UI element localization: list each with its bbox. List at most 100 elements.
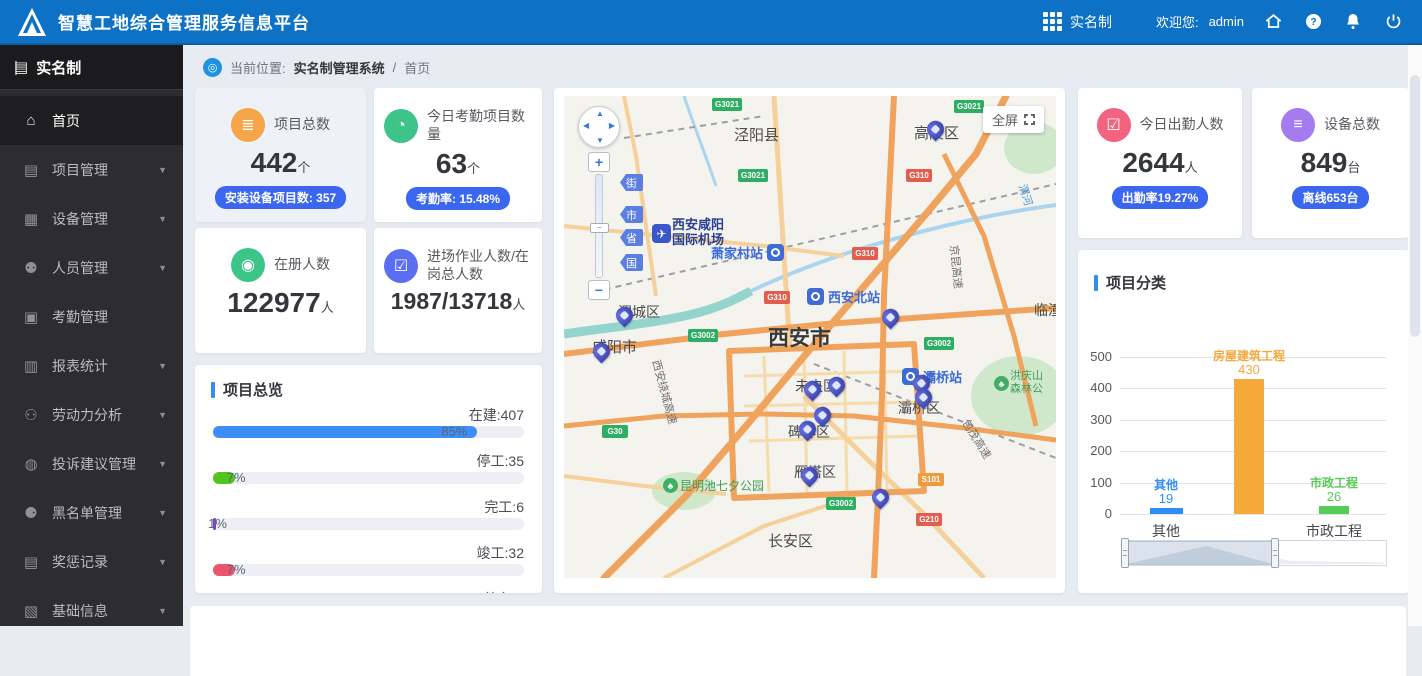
main-content: ◎ 当前位置: 实名制管理系统 / 首页 ≣ 项目总数 442个 安装设备项目数: 3… <box>183 45 1422 676</box>
breadcrumb-separator: / <box>392 59 397 75</box>
page-scrollbar-thumb[interactable] <box>1410 75 1420 337</box>
pan-left-icon[interactable]: ◀ <box>583 121 589 130</box>
chevron-down-icon: ▼ <box>158 360 167 371</box>
pan-up-icon[interactable]: ▲ <box>596 109 604 118</box>
datazoom-tail-silhouette <box>1273 557 1384 564</box>
breadcrumb-location-label: 当前位置: <box>230 60 286 76</box>
y-axis-tick-label: 0 <box>1104 506 1112 521</box>
metro-station: 萧家村站 <box>711 243 784 262</box>
chart-bar-value-label: 430 <box>1238 361 1260 377</box>
sidebar-item-4[interactable]: ⚉ 人员管理 ▼ <box>0 243 183 292</box>
sidebar-item-label: 项目管理 <box>52 161 108 178</box>
stat-card-today-attendance-count: ☑ 今日出勤人数 2644人 出勤率19.27% <box>1078 88 1242 238</box>
sidebar-item-6[interactable]: ▥ 报表统计 ▼ <box>0 341 183 390</box>
overview-percent-label: 7% <box>226 562 246 577</box>
overview-row: 停工:35 7% <box>213 451 524 485</box>
sidebar-item-9[interactable]: ⚈ 黑名单管理 ▼ <box>0 488 183 537</box>
stat-card-unit: 人 <box>1184 160 1198 175</box>
stat-card-header: ☑ 进场作业人数/在岗总人数 <box>374 248 542 283</box>
zoom-slider-handle[interactable]: − <box>590 223 609 233</box>
y-axis-tick-label: 200 <box>1090 443 1112 459</box>
breadcrumb-system[interactable]: 实名制管理系统 <box>294 58 385 77</box>
stat-card-header: ☑ 今日出勤人数 <box>1087 108 1234 142</box>
project-overview-title: 项目总览 <box>223 382 284 399</box>
x-axis-category-label: 其他 <box>1152 523 1180 539</box>
fullscreen-label: 全屏 <box>991 113 1018 128</box>
sidebar-item-5[interactable]: ▣ 考勤管理 <box>0 292 183 341</box>
power-icon[interactable] <box>1382 11 1404 33</box>
onsite-people-icon: ☑ <box>384 248 418 283</box>
stat-card-title: 今日出勤人数 <box>1139 116 1224 133</box>
sidebar-item-2[interactable]: ▤ 项目管理 ▼ <box>0 145 183 194</box>
stat-card-unit: 人 <box>320 300 334 315</box>
stat-card-value: 1987/13718人 <box>390 288 526 314</box>
stat-card-badge: 出勤率19.27% <box>1111 185 1209 209</box>
sidebar-item-3[interactable]: ▦ 设备管理 ▼ <box>0 194 183 243</box>
pan-down-icon[interactable]: ▼ <box>596 136 604 145</box>
overview-row: 完工:6 1% <box>208 497 524 531</box>
title-accent-bar <box>211 381 215 398</box>
zoom-in-button[interactable]: + <box>588 152 610 172</box>
chevron-down-icon: ▼ <box>158 605 167 616</box>
project-category-panel: 项目分类 0 100 200 300 400 500 其他 19 房屋建筑工程 430 市政工程 26… <box>1078 250 1409 593</box>
zoom-out-button[interactable]: − <box>588 280 610 300</box>
chart-bar[interactable] <box>1234 378 1264 514</box>
svg-text:?: ? <box>1310 17 1316 28</box>
apps-grid-icon[interactable] <box>1042 12 1062 31</box>
project-icon: ▤ <box>23 161 39 179</box>
stat-card-title: 在册人数 <box>274 256 330 273</box>
overview-row-label: 在建:407 <box>468 407 524 423</box>
attendance-icon: ▣ <box>23 308 39 326</box>
map-place-label: 长安区 <box>768 533 814 550</box>
sidebar-item-label: 报表统计 <box>52 357 108 374</box>
stat-card-badge: 离线653台 <box>1292 185 1369 209</box>
stat-card-unit: 台 <box>1347 160 1361 175</box>
fullscreen-button[interactable]: 全屏 <box>982 106 1044 133</box>
sidebar-item-1[interactable]: ⌂ 首页 <box>0 96 183 145</box>
help-icon[interactable]: ? <box>1302 11 1324 33</box>
stat-card-badge: 安装设备项目数: 357 <box>214 185 347 209</box>
bell-icon[interactable] <box>1342 11 1364 33</box>
datazoom-right-handle[interactable] <box>1271 538 1279 568</box>
datazoom-left-handle[interactable] <box>1121 538 1129 568</box>
road-number-badge: G3021 <box>954 100 985 113</box>
overview-percent-label: 7% <box>226 470 246 485</box>
stat-card-badge: 考勤率: 15.48% <box>405 186 511 210</box>
zoom-slider-track[interactable]: − <box>590 174 609 278</box>
stat-card-total-devices: ≡ 设备总数 849台 离线653台 <box>1252 88 1409 238</box>
chevron-down-icon: ▼ <box>158 458 167 469</box>
devices-icon: ≡ <box>1281 108 1315 142</box>
park-icon: ♣ <box>663 478 678 493</box>
stat-card-total-projects: ≣ 项目总数 442个 安装设备项目数: 357 <box>195 88 366 222</box>
chart-bar[interactable] <box>1319 505 1349 514</box>
sidebar-item-10[interactable]: ▤ 奖惩记录 ▼ <box>0 537 183 586</box>
complaint-icon: ◍ <box>24 455 38 473</box>
stat-card-header: ◔ 今日考勤项目数量 <box>374 108 542 143</box>
blacklist-icon: ⚈ <box>24 504 38 522</box>
metro-station: 灞桥站 <box>902 367 962 386</box>
map-canvas[interactable]: ▲ ▼ ◀ ▶ + − − 街市省国 全屏 泾阳县高陵区渭城区咸阳市西安市未央区… <box>564 96 1056 578</box>
sidebar-item-label: 首页 <box>52 112 80 129</box>
road-number-badge: G310 <box>906 169 932 182</box>
sidebar-item-11[interactable]: ▧ 基础信息 ▼ <box>0 586 183 635</box>
overview-percent-label: 85% <box>441 424 468 439</box>
next-section-panel <box>190 606 1406 676</box>
overview-percent-label: 1% <box>208 516 227 531</box>
metro-station: 西安北站 <box>807 287 880 306</box>
stat-card-onsite-people: ☑ 进场作业人数/在岗总人数 1987/13718人 <box>374 228 542 353</box>
sidebar-item-7[interactable]: ⚇ 劳动力分析 ▼ <box>0 390 183 439</box>
username[interactable]: admin <box>1209 14 1244 29</box>
sidebar-item-label: 投诉建议管理 <box>52 455 136 472</box>
datazoom-slider[interactable] <box>1121 538 1387 568</box>
map-pan-control[interactable]: ▲ ▼ ◀ ▶ <box>578 106 620 148</box>
datazoom-selected-range[interactable] <box>1125 541 1274 565</box>
home-icon[interactable] <box>1262 11 1284 33</box>
people-icon: ⚉ <box>24 259 38 277</box>
breadcrumb-current[interactable]: 首页 <box>404 58 430 77</box>
chevron-down-icon: ▼ <box>158 164 167 175</box>
pan-right-icon[interactable]: ▶ <box>609 121 615 130</box>
top-header: 智慧工地综合管理服务信息平台 实名制 欢迎您: admin ? <box>0 0 1422 45</box>
sidebar-item-8[interactable]: ◍ 投诉建议管理 ▼ <box>0 439 183 488</box>
chart-bar[interactable] <box>1149 508 1183 514</box>
module-badge[interactable]: 实名制 <box>1070 12 1112 32</box>
